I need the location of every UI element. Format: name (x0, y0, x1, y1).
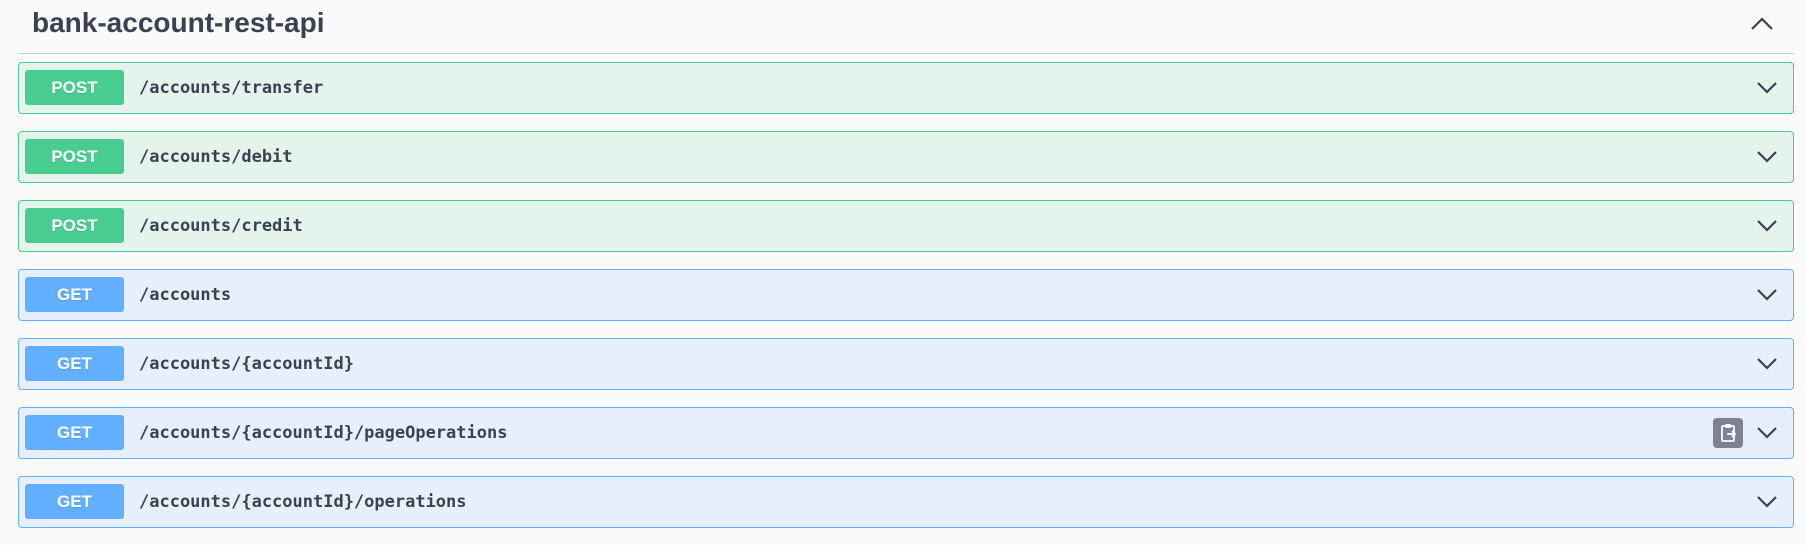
method-badge: GET (25, 277, 124, 312)
method-badge: POST (25, 208, 124, 243)
operation-path: /accounts/debit (139, 147, 293, 167)
operations-list: POST /accounts/transfer POST /accounts/d… (18, 62, 1794, 545)
method-badge: POST (25, 139, 124, 174)
chevron-down-icon[interactable] (1755, 77, 1779, 97)
operation-post-accounts-credit[interactable]: POST /accounts/credit (18, 200, 1794, 252)
chevron-down-icon[interactable] (1755, 491, 1779, 511)
section-header[interactable]: bank-account-rest-api (18, 0, 1794, 54)
operation-get-account-by-id[interactable]: GET /accounts/{accountId} (18, 338, 1794, 390)
operation-path: /accounts/{accountId}/operations (139, 492, 467, 512)
operation-post-accounts-debit[interactable]: POST /accounts/debit (18, 131, 1794, 183)
operation-path: /accounts/credit (139, 216, 303, 236)
method-badge: GET (25, 346, 124, 381)
operation-get-accounts[interactable]: GET /accounts (18, 269, 1794, 321)
section-title: bank-account-rest-api (32, 7, 325, 38)
operation-get-page-operations[interactable]: GET /accounts/{accountId}/pageOperations (18, 407, 1794, 459)
chevron-down-icon[interactable] (1755, 146, 1779, 166)
method-badge: GET (25, 484, 124, 519)
copy-to-clipboard-icon[interactable] (1713, 418, 1743, 448)
chevron-down-icon[interactable] (1755, 422, 1779, 442)
method-badge: POST (25, 70, 124, 105)
chevron-down-icon[interactable] (1755, 215, 1779, 235)
operation-post-accounts-transfer[interactable]: POST /accounts/transfer (18, 62, 1794, 114)
operation-get-operations[interactable]: GET /accounts/{accountId}/operations (18, 476, 1794, 528)
chevron-up-icon[interactable] (1748, 12, 1776, 36)
operation-path: /accounts/{accountId}/pageOperations (139, 423, 508, 443)
operation-path: /accounts (139, 285, 232, 305)
method-badge: GET (25, 415, 124, 450)
chevron-down-icon[interactable] (1755, 353, 1779, 373)
operation-path: /accounts/transfer (139, 78, 324, 98)
operation-path: /accounts/{accountId} (139, 354, 354, 374)
chevron-down-icon[interactable] (1755, 284, 1779, 304)
